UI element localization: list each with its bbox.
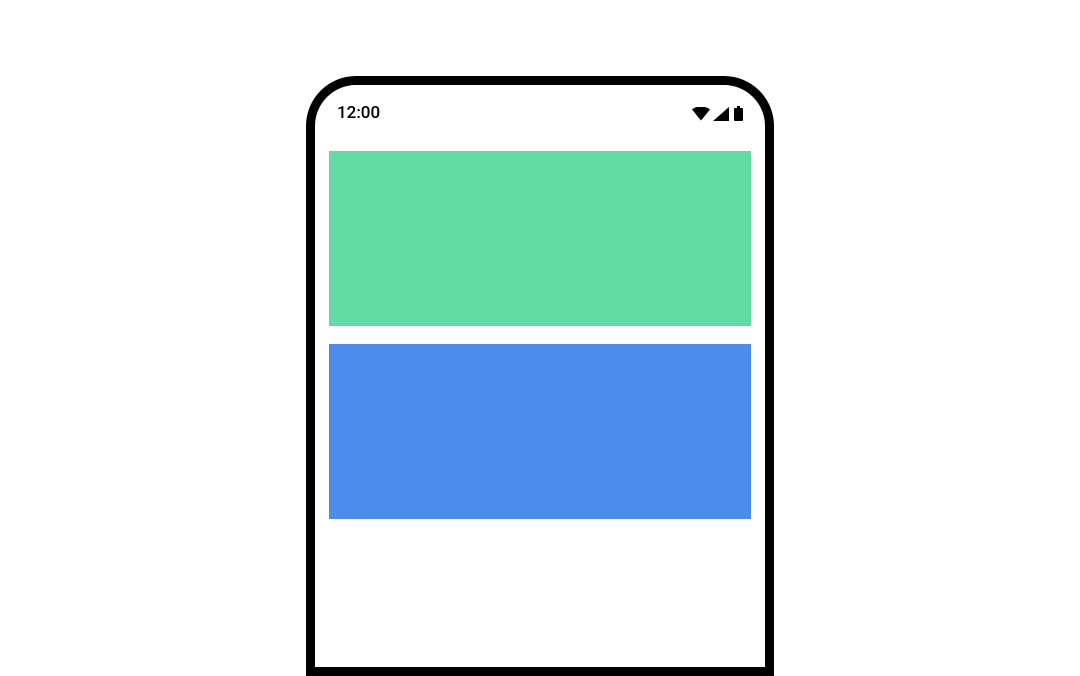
cellular-signal-icon <box>713 106 729 120</box>
content-area <box>315 133 765 519</box>
status-bar: 12:00 <box>315 85 765 133</box>
status-time: 12:00 <box>337 103 380 123</box>
block-green <box>329 151 751 326</box>
wifi-icon <box>692 106 710 120</box>
battery-icon <box>734 106 743 121</box>
block-blue <box>329 344 751 519</box>
status-icons <box>692 106 743 121</box>
phone-frame: 12:00 <box>306 76 774 676</box>
